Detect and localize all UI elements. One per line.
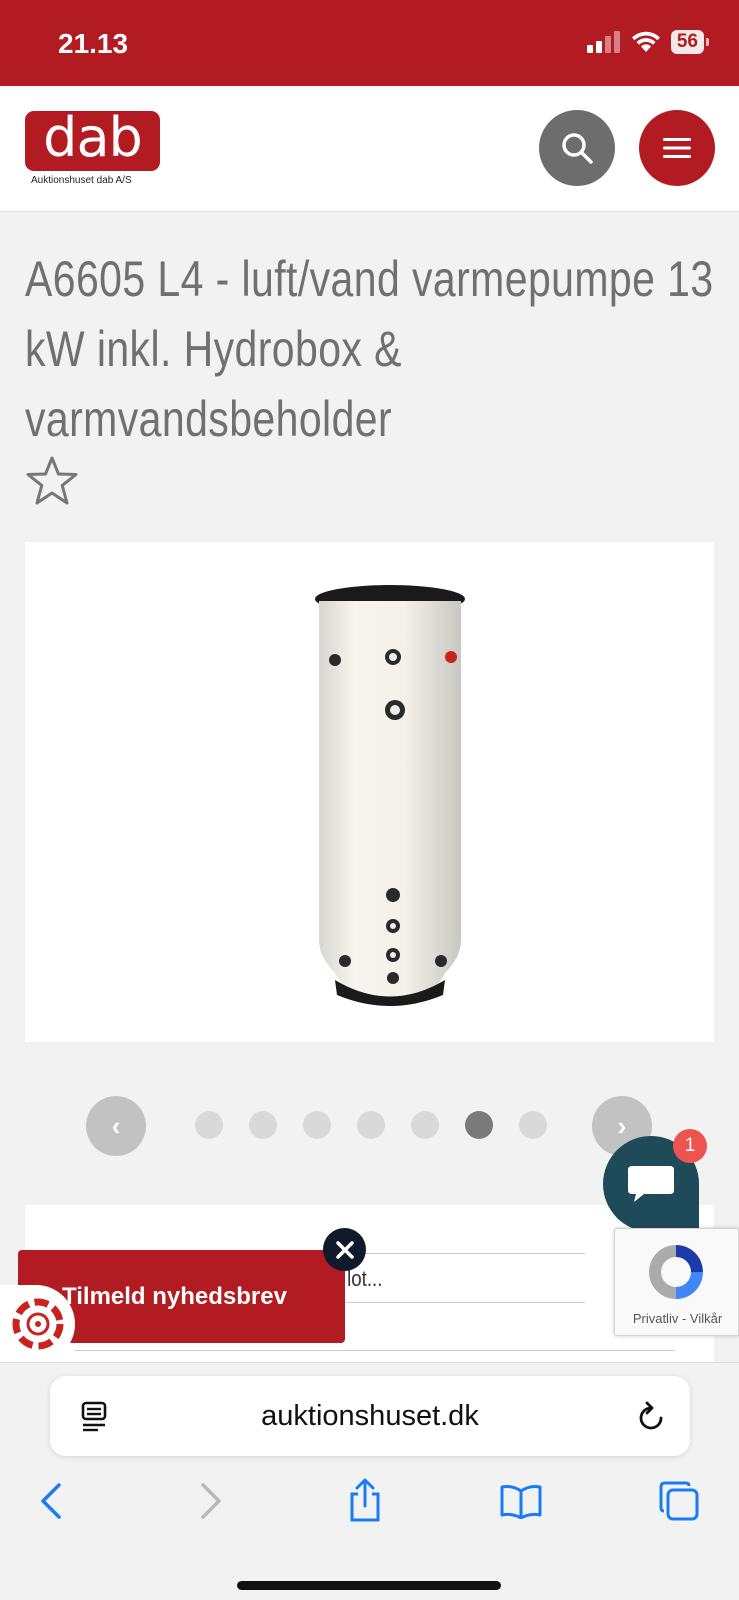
water-tank-image xyxy=(315,585,465,1006)
carousel-dot[interactable] xyxy=(357,1111,385,1139)
address-bar[interactable]: auktionshuset.dk xyxy=(50,1376,690,1456)
tabs-button[interactable] xyxy=(654,1476,704,1526)
home-indicator xyxy=(237,1581,501,1590)
share-icon xyxy=(350,1478,380,1522)
back-button[interactable] xyxy=(26,1476,76,1526)
status-time: 21.13 xyxy=(58,28,129,59)
bookmarks-icon xyxy=(500,1485,542,1519)
chat-bubble-icon xyxy=(628,1166,674,1202)
carousel-dot[interactable] xyxy=(303,1111,331,1139)
forward-icon xyxy=(201,1483,221,1519)
panel-divider xyxy=(75,1350,675,1351)
browser-toolbar xyxy=(0,1476,739,1536)
cellular-signal-icon xyxy=(586,31,620,53)
lot-title: A6605 L4 - luft/vand varmepumpe 13 kW in… xyxy=(25,251,714,447)
gift-roulette-icon xyxy=(12,1298,63,1350)
logo-box: dab xyxy=(25,106,160,171)
bookmarks-button[interactable] xyxy=(496,1476,546,1526)
wifi-icon xyxy=(631,31,660,52)
recaptcha-badge[interactable]: Privatliv - Vilkår xyxy=(614,1228,739,1336)
site-header: dab Auktionshuset dab A/S xyxy=(0,86,739,212)
search-button[interactable] xyxy=(539,110,615,186)
carousel-dot[interactable] xyxy=(249,1111,277,1139)
browser-bottom-bar: auktionshuset.dk xyxy=(0,1362,739,1600)
search-icon xyxy=(562,133,593,164)
forward-button[interactable] xyxy=(186,1476,236,1526)
newsletter-close-button[interactable] xyxy=(323,1228,366,1271)
share-button[interactable] xyxy=(340,1476,390,1526)
recaptcha-links[interactable]: Privatliv - Vilkår xyxy=(615,1311,739,1326)
carousel-dot[interactable] xyxy=(195,1111,223,1139)
recaptcha-icon xyxy=(649,1245,703,1299)
status-indicators: 56 xyxy=(586,30,709,54)
favorite-button[interactable] xyxy=(25,455,79,507)
battery-level: 56 xyxy=(670,30,704,54)
close-icon xyxy=(335,1240,354,1259)
url-text: auktionshuset.dk xyxy=(261,1400,479,1432)
menu-button[interactable] xyxy=(639,110,715,186)
logo-subtitle: Auktionshuset dab A/S xyxy=(31,175,132,186)
carousel-dot-active[interactable] xyxy=(465,1111,493,1139)
star-outline-icon xyxy=(26,456,78,505)
hamburger-menu-icon xyxy=(663,138,691,158)
carousel-prev-button[interactable]: ‹ xyxy=(86,1096,146,1156)
logo-text: dab xyxy=(43,106,143,169)
battery-tip xyxy=(706,38,709,46)
dab-logo[interactable]: dab Auktionshuset dab A/S xyxy=(25,106,160,187)
carousel-dot[interactable] xyxy=(411,1111,439,1139)
status-bar: 21.13 56 xyxy=(0,0,739,86)
newsletter-badge[interactable] xyxy=(0,1285,75,1363)
carousel-dot[interactable] xyxy=(519,1111,547,1139)
reload-icon[interactable] xyxy=(636,1401,666,1433)
battery-indicator: 56 xyxy=(670,30,709,54)
lot-image[interactable] xyxy=(25,542,714,1042)
chat-unread-badge: 1 xyxy=(673,1129,707,1163)
tabs-icon xyxy=(659,1481,699,1521)
back-icon xyxy=(41,1483,61,1519)
carousel-dots xyxy=(195,1111,547,1139)
